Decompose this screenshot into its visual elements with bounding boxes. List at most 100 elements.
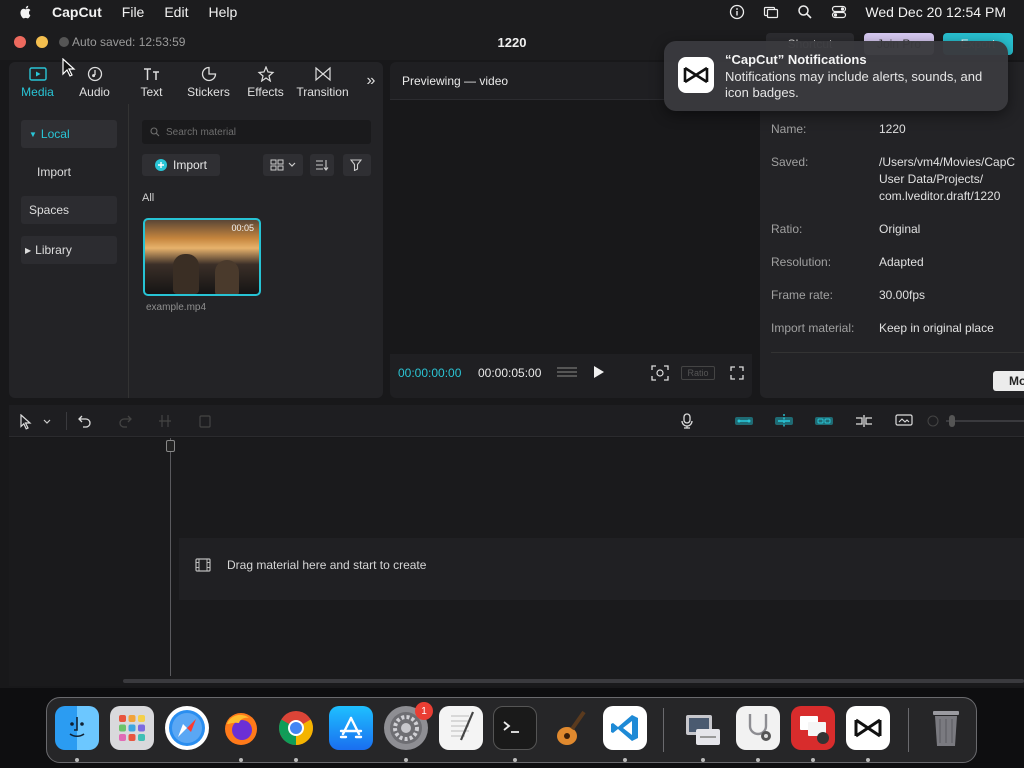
- ratio-label: Ratio: [687, 368, 709, 378]
- control-center-icon[interactable]: [831, 4, 847, 20]
- zoom-out-icon[interactable]: [927, 415, 939, 427]
- sidebar-item-import[interactable]: Import: [21, 158, 117, 186]
- linkage-icon[interactable]: [814, 415, 834, 427]
- textedit-icon[interactable]: [439, 706, 483, 750]
- caption-track-icon[interactable]: [895, 414, 913, 428]
- filter-icon: [350, 159, 363, 171]
- visual-studio-code-icon[interactable]: [603, 706, 647, 750]
- media-clip-name: example.mp4: [146, 302, 207, 313]
- app-store-icon[interactable]: [329, 706, 373, 750]
- tab-transition-label: Transition: [296, 85, 349, 99]
- fullscreen-icon[interactable]: [730, 366, 744, 380]
- safari-icon[interactable]: [165, 706, 209, 750]
- delete-icon[interactable]: [198, 414, 212, 428]
- playhead-handle[interactable]: [166, 440, 175, 452]
- preview-canvas[interactable]: [390, 100, 752, 354]
- add-circle-icon: [154, 159, 167, 171]
- detail-value-resolution: Adapted: [879, 255, 924, 269]
- apple-menu-icon[interactable]: [18, 4, 34, 20]
- search-input[interactable]: Search material: [142, 120, 371, 144]
- tab-transition[interactable]: Transition: [294, 62, 351, 104]
- microphone-icon[interactable]: [680, 413, 694, 429]
- edit-menu[interactable]: Edit: [164, 4, 188, 20]
- sort-button[interactable]: [310, 154, 334, 176]
- audio-icon: [87, 66, 102, 82]
- select-cursor-icon[interactable]: [19, 414, 33, 430]
- trash-icon[interactable]: [924, 706, 968, 750]
- preview-axis-icon[interactable]: [854, 414, 874, 428]
- sidebar-item-library-label: Library: [35, 243, 72, 257]
- capcut-window: Auto saved: 12:53:59 1220 Shortcut Join …: [0, 24, 1024, 688]
- dock-separator-trash: [908, 708, 909, 752]
- capcut-dock-icon[interactable]: [846, 706, 890, 750]
- stickers-icon: [201, 66, 216, 82]
- main-track-magnet-icon[interactable]: [734, 415, 754, 427]
- media-clip-thumbnail[interactable]: 00:05: [143, 218, 261, 296]
- redo-icon[interactable]: [118, 414, 132, 428]
- capcut-app-icon: [678, 57, 714, 93]
- detail-label-saved: Saved:: [771, 155, 809, 169]
- finder-icon[interactable]: [55, 706, 99, 750]
- split-icon[interactable]: [158, 414, 172, 428]
- firefox-running-indicator: [239, 758, 243, 762]
- help-menu[interactable]: Help: [208, 4, 237, 20]
- tab-media[interactable]: Media: [9, 62, 66, 104]
- sidebar-item-spaces[interactable]: Spaces: [21, 196, 117, 224]
- sidebar-item-local[interactable]: ▼ Local: [21, 120, 117, 148]
- notification-banner[interactable]: “CapCut” Notifications Notifications may…: [664, 41, 1008, 111]
- tab-text-label: Text: [140, 85, 163, 99]
- sidebar-item-spaces-label: Spaces: [29, 203, 70, 217]
- ratio-button[interactable]: Ratio: [681, 366, 715, 380]
- import-button[interactable]: Import: [142, 154, 220, 176]
- detail-label-ratio: Ratio:: [771, 222, 803, 236]
- preview-header-label: Previewing — video: [402, 73, 509, 88]
- sidebar-item-library[interactable]: ▶ Library: [21, 236, 117, 264]
- timeline-area[interactable]: Drag material here and start to create: [9, 438, 1024, 686]
- migration-assistant-icon[interactable]: [681, 706, 725, 750]
- auto-snap-icon[interactable]: [774, 413, 794, 429]
- notification-body: Notifications may include alerts, sounds…: [725, 69, 983, 100]
- playhead[interactable]: [170, 438, 171, 676]
- tab-effects[interactable]: Effects: [237, 62, 294, 104]
- tab-media-label: Media: [21, 85, 54, 99]
- sidebar-item-import-label: Import: [37, 165, 72, 179]
- detail-label-name: Name:: [771, 122, 807, 136]
- terminal-icon[interactable]: [493, 706, 537, 750]
- sort-icon: [316, 160, 329, 171]
- timeline-horizontal-scrollbar[interactable]: [123, 679, 1024, 683]
- fit-screen-icon[interactable]: [651, 365, 669, 381]
- tab-stickers[interactable]: Stickers: [180, 62, 237, 104]
- modify-button[interactable]: Mo: [993, 371, 1024, 391]
- status-area: Wed Dec 20 12:54 PM: [729, 0, 1006, 24]
- chrome-icon[interactable]: [274, 706, 318, 750]
- play-icon[interactable]: [593, 365, 605, 379]
- firefox-icon[interactable]: [219, 706, 263, 750]
- filter-button[interactable]: [343, 154, 371, 176]
- garageband-icon[interactable]: [548, 706, 592, 750]
- total-time: 00:00:05:00: [478, 366, 542, 380]
- chevron-down-icon[interactable]: [43, 419, 51, 425]
- tab-text[interactable]: Text: [123, 62, 180, 104]
- system-information-icon[interactable]: [736, 706, 780, 750]
- undo-icon[interactable]: [78, 414, 92, 428]
- timeline-list-icon[interactable]: [556, 366, 578, 380]
- app-menu[interactable]: CapCut: [52, 4, 102, 20]
- photo-booth-running-indicator: [811, 758, 815, 762]
- window-switch-icon[interactable]: [763, 4, 779, 20]
- transition-icon: [314, 66, 331, 82]
- launchpad-icon[interactable]: [110, 706, 154, 750]
- photo-booth-icon[interactable]: [791, 706, 835, 750]
- section-label-all: All: [142, 192, 155, 204]
- file-menu[interactable]: File: [122, 4, 145, 20]
- zoom-slider-handle[interactable]: [949, 415, 955, 427]
- menubar-clock[interactable]: Wed Dec 20 12:54 PM: [865, 4, 1006, 20]
- view-mode-dropdown[interactable]: [263, 154, 303, 176]
- detail-value-saved: /Users/vm4/Movies/CapC User Data/Project…: [879, 155, 1016, 203]
- zoom-slider[interactable]: [946, 420, 1024, 422]
- spotlight-search-icon[interactable]: [797, 4, 813, 20]
- info-icon[interactable]: [729, 4, 745, 20]
- drop-hint-text: Drag material here and start to create: [227, 558, 427, 572]
- import-label: Import: [172, 158, 207, 172]
- more-tabs-chevron-icon[interactable]: »: [359, 72, 383, 94]
- timeline-toolbar: [9, 405, 1024, 437]
